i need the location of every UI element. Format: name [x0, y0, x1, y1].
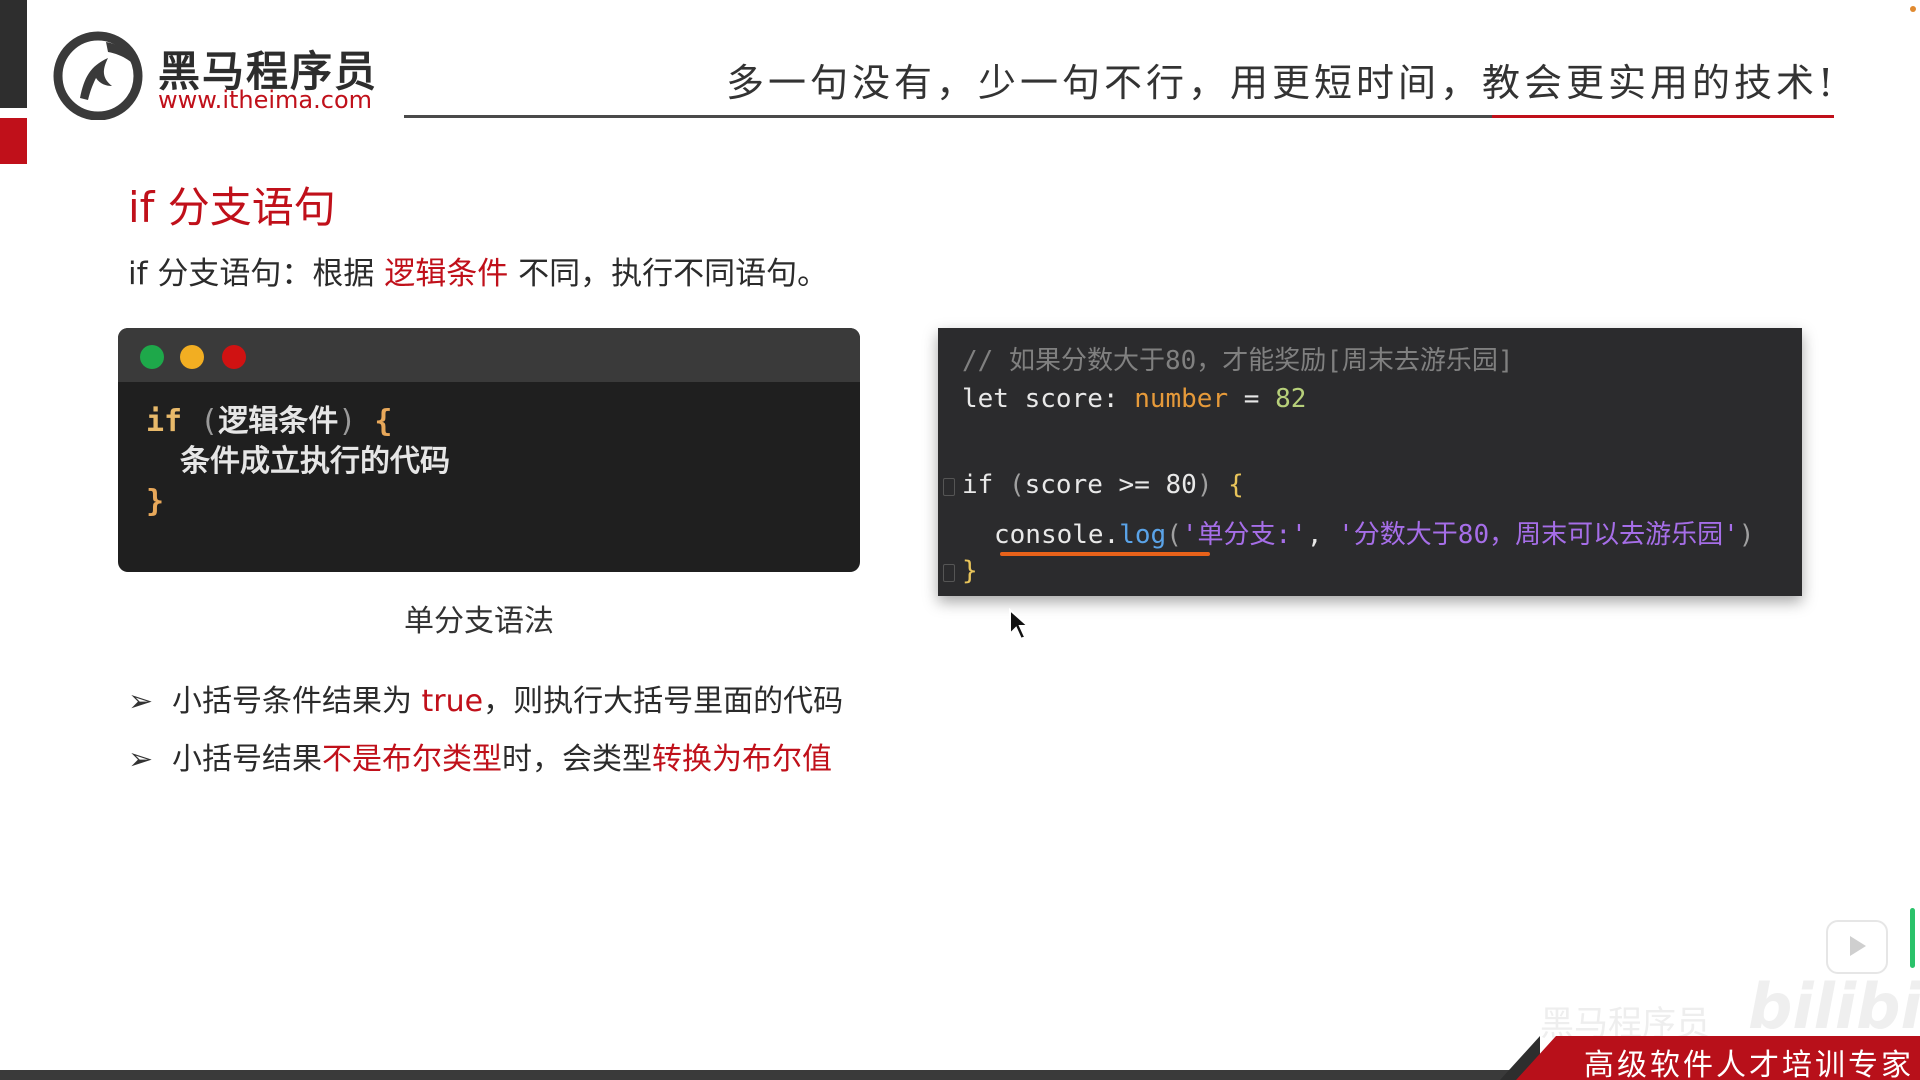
- close-paren: ): [1738, 520, 1755, 550]
- play-button[interactable]: [1826, 920, 1888, 974]
- if-condition: score >= 80: [1024, 470, 1197, 500]
- close-paren: ): [1196, 470, 1213, 500]
- code-line-if: if (score >= 80) {: [962, 470, 1244, 500]
- intro-highlight: 逻辑条件: [384, 256, 509, 292]
- let-decl: let score:: [962, 384, 1135, 414]
- assign-op: =: [1228, 384, 1276, 414]
- volume-indicator: [1910, 908, 1915, 968]
- left-red-bar: [0, 118, 27, 164]
- red-dot-icon: [222, 345, 246, 369]
- bullet-boolean: ➢ 小括号结果不是布尔类型时，会类型转换为布尔值: [128, 734, 832, 778]
- footer-badge-text: 高级软件人才培训专家: [1584, 1048, 1914, 1080]
- if-keyword: if: [962, 470, 1009, 500]
- syntax-code-window: if (逻辑条件) { 条件成立执行的代码 }: [118, 328, 860, 572]
- string-arg-2: '分数大于80，周末可以去游乐园': [1338, 520, 1739, 550]
- intro-prefix: if 分支语句：根据: [128, 256, 385, 292]
- open-paren: (: [1008, 470, 1025, 500]
- bullet-2-prefix: 小括号结果: [172, 742, 322, 777]
- bullet-2-highlight-2: 转换为布尔值: [652, 742, 832, 777]
- if-keyword: if: [146, 404, 183, 439]
- code-line-log: console.log('单分支:', '分数大于80，周末可以去游乐园'): [994, 514, 1754, 551]
- syntax-line-1: if (逻辑条件) {: [146, 402, 450, 442]
- bullet-1-highlight: true: [421, 684, 484, 719]
- syntax-caption: 单分支语法: [404, 604, 554, 639]
- condition-text: 逻辑条件: [218, 404, 339, 439]
- header-divider-accent: [1492, 115, 1834, 118]
- bullet-2-highlight-1: 不是布尔类型: [322, 742, 502, 777]
- fold-marker-icon: [943, 478, 955, 496]
- arrow-bullet-icon: ➢: [128, 742, 154, 777]
- bilibili-watermark: bilibili: [1748, 970, 1920, 1043]
- open-paren: (: [1166, 520, 1182, 550]
- horse-logo-icon: [50, 28, 148, 121]
- mouse-cursor-icon: [1008, 607, 1032, 642]
- yellow-dot-icon: [180, 345, 204, 369]
- badge-slant: [1516, 1036, 1556, 1080]
- fold-marker-icon: [943, 564, 955, 582]
- bullet-true: ➢ 小括号条件结果为 true，则执行大括号里面的代码: [128, 676, 843, 720]
- slide-title: if 分支语句: [128, 183, 336, 232]
- slogan: 多一句没有，少一句不行，用更短时间，教会更实用的技术!: [726, 61, 1838, 105]
- intro-suffix: 不同，执行不同语句。: [508, 256, 829, 292]
- orange-underline-annotation: [1000, 552, 1210, 556]
- arrow-bullet-icon: ➢: [128, 684, 154, 719]
- open-brace: {: [356, 404, 393, 439]
- syntax-line-2: 条件成立执行的代码: [180, 444, 450, 479]
- code-line-close: }: [962, 556, 978, 586]
- syntax-code: if (逻辑条件) { 条件成立执行的代码 }: [146, 402, 450, 522]
- slide: 黑马程序员 www.itheima.com 多一句没有，少一句不行，用更短时间，…: [0, 0, 1920, 1080]
- bullet-1-suffix: ，则执行大括号里面的代码: [483, 684, 844, 719]
- string-arg-1: '单分支:': [1181, 520, 1307, 550]
- bullet-2-middle: 时，会类型: [502, 742, 652, 777]
- code-comment: // 如果分数大于80，才能奖励[周末去游乐园]: [962, 346, 1514, 376]
- ide-code-snippet: // 如果分数大于80，才能奖励[周末去游乐园] let score: numb…: [938, 328, 1802, 596]
- green-dot-icon: [140, 345, 164, 369]
- window-titlebar: [118, 328, 860, 382]
- intro-text: if 分支语句：根据 逻辑条件 不同，执行不同语句。: [128, 248, 828, 293]
- close-paren: ): [338, 404, 357, 439]
- log-method: log: [1119, 520, 1167, 550]
- bullet-1-prefix: 小括号条件结果为: [172, 684, 422, 719]
- open-brace: {: [1212, 470, 1244, 500]
- top-right-dot: [1910, 6, 1916, 12]
- type-number: number: [1134, 384, 1229, 414]
- comma: ,: [1306, 520, 1339, 550]
- brand-url: www.itheima.com: [158, 86, 373, 114]
- syntax-line-3: }: [146, 484, 165, 519]
- code-line-let: let score: number = 82: [962, 384, 1306, 414]
- open-paren: (: [182, 404, 219, 439]
- left-dark-bar: [0, 0, 27, 108]
- console-object: console.: [994, 520, 1120, 550]
- score-value: 82: [1275, 384, 1307, 414]
